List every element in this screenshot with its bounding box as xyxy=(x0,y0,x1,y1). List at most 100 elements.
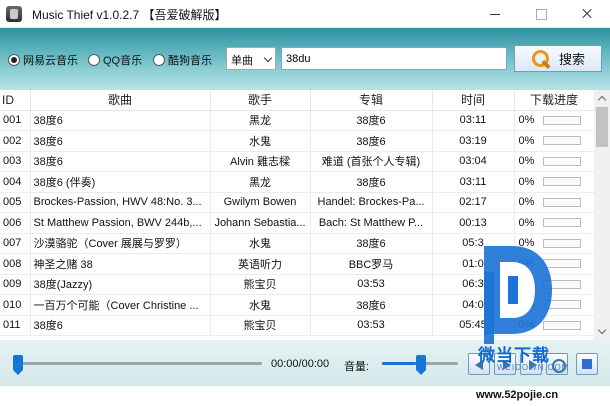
seek-handle[interactable] xyxy=(13,355,23,375)
cell-song: 38度(Jazzy) xyxy=(30,274,211,295)
watermark-logo-icon xyxy=(484,246,552,344)
minimize-button[interactable] xyxy=(472,0,518,28)
cell-progress: 0% xyxy=(514,171,594,193)
source-radio-qq[interactable]: QQ音乐 xyxy=(88,52,142,68)
source-label: 酷狗音乐 xyxy=(168,55,212,67)
cell-album: 38度6 xyxy=(310,294,433,316)
progress-text: 0% xyxy=(518,155,535,168)
volume-handle[interactable] xyxy=(416,355,426,375)
column-header-album[interactable]: 专辑 xyxy=(310,90,433,111)
cell-album: 难道 (首张个人专辑) xyxy=(310,151,433,172)
cell-artist: 黑龙 xyxy=(210,171,311,193)
table-row[interactable]: 004 38度6 (伴奏) 黑龙 38度6 03:11 0% xyxy=(0,171,594,193)
watermark-site: www.52pojie.cn xyxy=(476,389,559,401)
cell-id: 006 xyxy=(0,212,31,234)
cell-progress: 0% xyxy=(514,192,594,213)
progress-text: 0% xyxy=(518,175,535,188)
cell-id: 003 xyxy=(0,151,31,172)
title-bar: Music Thief v1.0.2.7 【吾爱破解版】 xyxy=(0,0,610,28)
search-panel: 网易云音乐 QQ音乐 酷狗音乐 单曲 搜索 xyxy=(0,28,610,90)
cell-artist: 水鬼 xyxy=(210,294,311,316)
cell-id: 001 xyxy=(0,110,31,131)
column-header-id[interactable]: ID xyxy=(0,90,31,111)
cell-artist: 水鬼 xyxy=(210,130,311,152)
cell-id: 005 xyxy=(0,192,31,213)
table-row[interactable]: 006 St Matthew Passion, BWV 244b,... Johan… xyxy=(0,212,594,234)
cell-artist: 水鬼 xyxy=(210,233,311,254)
source-label: QQ音乐 xyxy=(103,55,143,67)
radio-unselected-icon xyxy=(153,54,165,66)
progress-text: 0% xyxy=(518,134,535,147)
cell-id: 011 xyxy=(0,315,31,336)
cell-album: Handel: Brockes-Pa... xyxy=(310,192,433,213)
cell-song: 38度6 (伴奏) xyxy=(30,171,211,193)
cell-artist: 英语听力 xyxy=(210,253,311,275)
vertical-scrollbar[interactable] xyxy=(594,90,610,340)
scroll-thumb[interactable] xyxy=(596,107,608,147)
source-radio-netease[interactable]: 网易云音乐 xyxy=(8,52,78,68)
cell-album: 38度6 xyxy=(310,110,433,131)
table-row[interactable]: 003 38度6 Alvin 雞志樑 难道 (首张个人专辑) 03:04 0% xyxy=(0,151,594,172)
chevron-down-icon xyxy=(263,53,273,63)
cell-artist: 黑龙 xyxy=(210,110,311,131)
cell-album: BBC罗马 xyxy=(310,253,433,275)
app-icon xyxy=(6,6,22,22)
cell-song: St Matthew Passion, BWV 244b,... xyxy=(30,212,211,234)
cell-time: 03:11 xyxy=(432,110,515,131)
progress-text: 0% xyxy=(518,216,535,229)
table-row[interactable]: 002 38度6 水鬼 38度6 03:19 0% xyxy=(0,130,594,152)
seek-slider[interactable] xyxy=(14,362,262,365)
table-row[interactable]: 005 Brockes-Passion, HWV 48:No. 3... Gwily… xyxy=(0,192,594,213)
cell-album: 03:53 xyxy=(310,274,433,295)
cell-progress: 0% xyxy=(514,110,594,131)
source-label: 网易云音乐 xyxy=(23,55,78,67)
search-button-label: 搜索 xyxy=(558,52,585,67)
cell-time: 03:19 xyxy=(432,130,515,152)
search-mode-select[interactable]: 单曲 xyxy=(226,47,276,70)
progress-bar xyxy=(542,197,581,207)
progress-bar xyxy=(542,156,581,166)
cell-id: 009 xyxy=(0,274,31,295)
stop-button[interactable] xyxy=(576,353,598,375)
radio-unselected-icon xyxy=(88,54,100,66)
radio-selected-icon xyxy=(8,54,20,66)
playback-time: 00:00/00:00 xyxy=(271,358,330,370)
cell-progress: 0% xyxy=(514,212,594,234)
scroll-up-icon[interactable] xyxy=(594,90,610,106)
table-row[interactable]: 001 38度6 黑龙 38度6 03:11 0% xyxy=(0,110,594,131)
cell-song: Brockes-Passion, HWV 48:No. 3... xyxy=(30,192,211,213)
progress-bar xyxy=(542,177,581,187)
window-title: Music Thief v1.0.2.7 【吾爱破解版】 xyxy=(32,8,227,22)
close-button[interactable] xyxy=(564,0,610,28)
progress-bar xyxy=(542,115,581,125)
progress-text: 0% xyxy=(518,196,535,209)
cell-album: 38度6 xyxy=(310,130,433,152)
column-header-time[interactable]: 时间 xyxy=(432,90,515,111)
search-button[interactable]: 搜索 xyxy=(514,45,602,72)
cell-album: Bach: St Matthew P... xyxy=(310,212,433,234)
search-mode-value: 单曲 xyxy=(231,55,253,67)
progress-bar xyxy=(542,136,581,146)
cell-album: 38度6 xyxy=(310,171,433,193)
progress-bar xyxy=(542,218,581,228)
cell-song: 一百万个可能（Cover Christine ... xyxy=(30,294,211,316)
cell-song: 沙漠骆驼（Cover 展展与罗罗） xyxy=(30,233,211,254)
table-header-row: ID 歌曲 歌手 专辑 时间 下载进度 xyxy=(0,90,594,111)
cell-progress: 0% xyxy=(514,130,594,152)
cell-song: 神圣之赌 38 xyxy=(30,253,211,275)
cell-id: 007 xyxy=(0,233,31,254)
scroll-down-icon[interactable] xyxy=(594,324,610,340)
cell-song: 38度6 xyxy=(30,110,211,131)
cell-artist: 熊宝贝 xyxy=(210,315,311,336)
column-header-artist[interactable]: 歌手 xyxy=(210,90,311,111)
column-header-song[interactable]: 歌曲 xyxy=(30,90,211,111)
cell-id: 010 xyxy=(0,294,31,316)
search-icon xyxy=(531,49,551,69)
source-radio-kugou[interactable]: 酷狗音乐 xyxy=(153,52,212,68)
column-header-progress[interactable]: 下载进度 xyxy=(514,90,594,111)
maximize-button[interactable] xyxy=(518,0,564,28)
cell-album: 38度6 xyxy=(310,233,433,254)
volume-label: 音量: xyxy=(344,361,370,373)
watermark-domain: WEIDOWN.COM xyxy=(497,363,570,372)
search-input[interactable] xyxy=(281,47,507,70)
